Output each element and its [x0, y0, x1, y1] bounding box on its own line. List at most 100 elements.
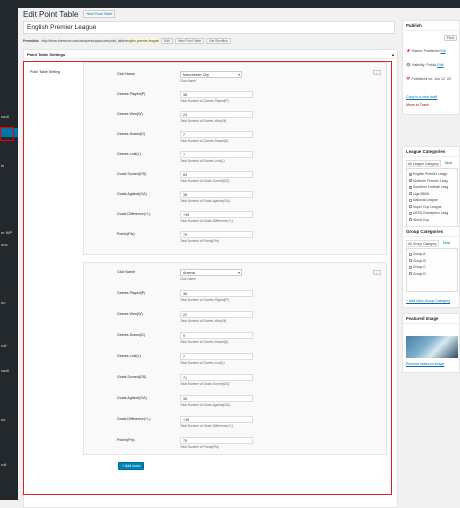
category-item[interactable]: Group A	[409, 252, 425, 256]
preview-button[interactable]: Previ	[443, 35, 457, 41]
side-menu-item[interactable]: er WP	[0, 230, 18, 235]
category-checkbox[interactable]	[409, 192, 412, 196]
stat-input[interactable]: 71	[180, 374, 253, 381]
team-entry: – Club Name Arsenal ▾ Club Name Games Played(…	[83, 262, 387, 455]
league-category-tabs: All League Category Most	[406, 160, 453, 167]
tab-most-used-league[interactable]: Most	[444, 160, 453, 167]
category-item[interactable]: Southern Football Leag	[409, 185, 448, 189]
category-checkbox[interactable]	[409, 172, 412, 176]
move-to-trash-link[interactable]: Move to Trash	[406, 103, 429, 107]
category-checkbox[interactable]	[409, 205, 412, 209]
field-hint: Club Name	[180, 277, 196, 281]
category-checkbox[interactable]	[409, 211, 412, 215]
stat-input[interactable]: 9	[180, 332, 253, 339]
category-checkbox[interactable]	[409, 178, 412, 183]
category-item[interactable]: UEFA Champions Leag	[409, 211, 448, 215]
stat-input[interactable]: 75	[180, 437, 253, 444]
stat-input[interactable]: 83	[180, 171, 253, 178]
side-menu-item[interactable]: ts	[0, 163, 18, 168]
tab-all-group-category[interactable]: All Group Category	[406, 240, 439, 247]
field-label: Goals Against(GA)	[117, 396, 147, 400]
permalink-url: http://demo.themeum.com/wordpress/wpsocc…	[41, 39, 126, 43]
featured-image-thumbnail[interactable]	[406, 336, 458, 358]
view-point-table-button[interactable]: View Point Table	[174, 38, 205, 44]
stat-input[interactable]: 79	[180, 231, 253, 238]
postbox-header[interactable]: Point Table Settings ▴	[24, 50, 397, 59]
category-item[interactable]: National League	[409, 198, 438, 202]
field-label: Games Won(W)	[117, 312, 143, 316]
side-menu-item[interactable]: nu	[0, 300, 18, 305]
visibility-edit-link[interactable]: Edit	[437, 63, 443, 67]
tab-all-league-category[interactable]: All League Category	[406, 160, 441, 167]
category-item[interactable]: World Cup	[409, 218, 429, 222]
category-item[interactable]: Northern Premier Leag	[409, 178, 448, 183]
stat-input[interactable]: 7	[180, 131, 253, 138]
category-item[interactable]: Group C	[409, 265, 426, 269]
category-item[interactable]: Super Cup League	[409, 205, 441, 209]
field-label: Goals Against(GA)	[117, 192, 147, 196]
category-item[interactable]: English Premier Leagu	[409, 172, 447, 176]
stat-input[interactable]: 36	[180, 395, 253, 402]
tab-most-used-group[interactable]: Most	[442, 240, 451, 247]
stat-input[interactable]: 38	[180, 290, 253, 297]
field-label: Games Lost(L)	[117, 354, 141, 358]
side-menu-item[interactable]: ns	[0, 417, 18, 422]
group-categories-header: Group Categories	[403, 227, 459, 237]
add-new-group-category-link[interactable]: + Add New Group Category	[406, 299, 450, 303]
stat-input[interactable]: 7	[180, 353, 253, 360]
status-edit-link[interactable]: Edi	[440, 49, 445, 53]
side-menu-item[interactable]: rault	[0, 114, 18, 119]
category-checkbox[interactable]	[409, 272, 412, 276]
permalink-suffix: /	[158, 39, 160, 43]
stat-input[interactable]: 38	[180, 191, 253, 198]
category-label: Super Cup League	[413, 204, 442, 209]
field-hint: Total Number of Games Played(P)	[180, 99, 229, 103]
stat-input[interactable]: 7	[180, 151, 253, 158]
remove-featured-image-link[interactable]: Remove featured image	[406, 362, 444, 366]
remove-team-button[interactable]: –	[373, 70, 381, 75]
category-checkbox[interactable]	[409, 185, 412, 189]
permalink-link[interactable]: http://demo.themeum.com/wordpress/wpsocc…	[41, 39, 159, 43]
field-label: Points(Pts)	[117, 438, 135, 442]
stat-input[interactable]: 24	[180, 111, 253, 118]
stat-input[interactable]: +35	[180, 416, 253, 423]
new-point-table-button[interactable]: New Point Table	[83, 10, 116, 18]
category-checkbox[interactable]	[409, 198, 412, 202]
eye-icon: 👁	[406, 63, 411, 67]
category-item[interactable]: Group B	[409, 259, 426, 263]
stat-input[interactable]: 22	[180, 311, 253, 318]
field-label: Goals Difference(+/-)	[117, 417, 151, 421]
pin-icon: 📌	[406, 49, 411, 53]
side-menu-item[interactable]: roll	[0, 462, 18, 467]
field-hint: Total Number of Games Won(W)	[180, 119, 227, 123]
category-item[interactable]: Group D	[409, 272, 426, 276]
side-menu-item[interactable]: rault	[0, 368, 18, 373]
club-name-select[interactable]: Manchester City ▾	[180, 71, 242, 78]
edit-permalink-button[interactable]: Edit	[161, 38, 173, 44]
field-hint: Total Number of Goals Against(GA)	[180, 403, 230, 407]
get-shortlink-button[interactable]: Get Shortlink	[206, 38, 231, 44]
category-checkbox[interactable]	[409, 259, 412, 263]
category-checkbox[interactable]	[409, 252, 412, 256]
stat-input[interactable]: 38	[180, 91, 253, 98]
remove-team-button[interactable]: –	[373, 270, 381, 275]
side-menu-item[interactable]: ons	[0, 242, 18, 247]
collapse-arrow-icon[interactable]: ▴	[392, 52, 394, 57]
post-title-input[interactable]: English Premier League	[23, 21, 395, 34]
stat-input[interactable]: +45	[180, 211, 253, 218]
calendar-icon: 📅	[406, 77, 411, 81]
field-hint: Total Number of Games Drawn(D)	[180, 139, 229, 143]
category-checkbox[interactable]	[409, 218, 412, 222]
club-name-select[interactable]: Arsenal ▾	[180, 269, 242, 276]
admin-bar	[0, 0, 460, 8]
add-more-button[interactable]: + Add more	[118, 462, 145, 470]
status-text: Status: Published	[411, 49, 440, 53]
club-name-value: Arsenal	[183, 271, 196, 275]
side-menu-item[interactable]: roll	[0, 343, 18, 348]
field-hint: Total Number of Games Lost(L)	[180, 159, 225, 163]
category-checkbox[interactable]	[409, 265, 412, 269]
copy-to-draft-link[interactable]: Copy to a new draft	[406, 95, 437, 99]
category-item[interactable]: Liga BBVA	[409, 192, 429, 196]
league-categories-header: League Categories	[403, 147, 459, 157]
permalink-label: Permalink:	[23, 39, 40, 43]
